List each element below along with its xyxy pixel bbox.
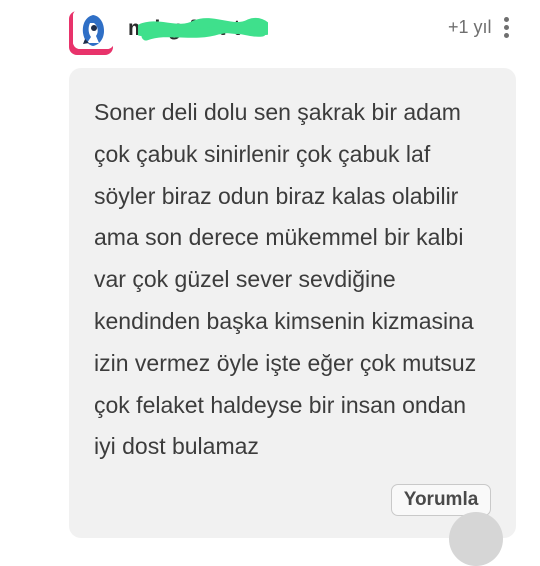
username-area[interactable]: m i g f t t t [128,14,268,44]
comment-line: ama son derece mükemmel bir kalbi [94,224,464,251]
comment-line: çok felaket haldeyse bir insan ondan [94,391,467,418]
comment-line: söyler biraz odun biraz kalas olabilir [94,182,459,209]
comment-header: m i g f t t t +1 yıl [0,0,540,62]
comment-line: iyi dost bulamaz [94,433,259,460]
comment-line: Soner deli dolu sen şakrak bir adam [94,99,461,125]
avatar-icon[interactable] [73,9,114,49]
comment-line: çok çabuk sinirlenir çok çabuk laf [94,140,431,167]
comment-text: Soner deli dolu sen şakrak bir adam çok … [94,92,504,468]
floating-action-button[interactable] [449,512,503,566]
comment-line: izin vermez öyle işte eğer çok mutsuz [94,349,477,376]
timestamp: +1 yıl [448,17,492,37]
comment-line: kendinden başka kimsenin kizmasina [94,307,474,334]
more-vertical-icon[interactable] [498,13,516,43]
username-redaction [138,17,268,41]
comment-line: var çok güzel sever sevdiğine [94,266,396,293]
